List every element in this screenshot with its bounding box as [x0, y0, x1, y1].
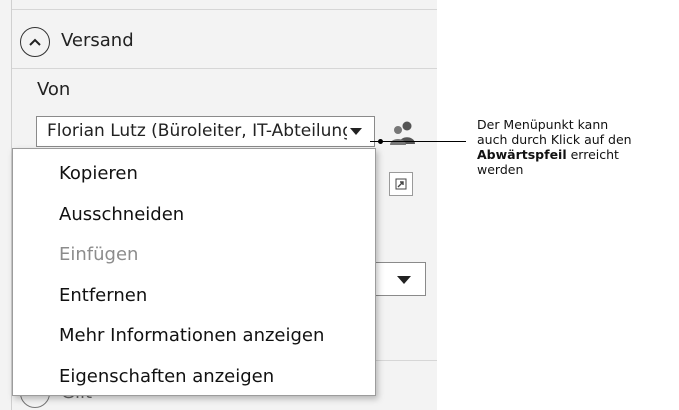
menu-item-properties[interactable]: Eigenschaften anzeigen — [59, 366, 274, 387]
menu-item-remove[interactable]: Entfernen — [59, 285, 147, 306]
callout-text: Der Menüpunkt kann auch durch Klick auf … — [477, 117, 677, 177]
menu-item-more-info[interactable]: Mehr Informationen anzeigen — [59, 325, 324, 346]
callout-line-1: Der Menüpunkt kann — [477, 117, 609, 132]
from-field[interactable]: Florian Lutz (Büroleiter, IT-Abteilung) — [36, 116, 375, 147]
callout-line — [370, 141, 466, 142]
callout-line-2: auch durch Klick auf den — [477, 132, 632, 147]
menu-item-paste: Einfügen — [59, 244, 139, 265]
context-menu: Kopieren Ausschneiden Einfügen Entfernen… — [12, 148, 376, 396]
divider — [12, 9, 437, 10]
people-icon[interactable] — [389, 120, 415, 146]
callout-bold: Abwärtspfeil — [477, 147, 567, 162]
callout-line-4: werden — [477, 162, 524, 177]
callout-line-3: Abwärtspfeil erreicht — [477, 147, 677, 162]
dropdown-arrow-icon[interactable] — [350, 128, 362, 135]
callout-dot — [378, 139, 383, 144]
menu-item-copy[interactable]: Kopieren — [59, 163, 138, 184]
menu-item-cut[interactable]: Ausschneiden — [59, 204, 184, 225]
chevron-up-icon — [29, 38, 41, 46]
section-toggle-button[interactable] — [20, 27, 50, 57]
expand-button[interactable] — [389, 172, 413, 196]
divider — [12, 68, 437, 69]
from-value: Florian Lutz (Büroleiter, IT-Abteilung) — [47, 121, 347, 141]
expand-icon — [395, 178, 407, 190]
from-label: Von — [37, 79, 71, 100]
section-title: Versand — [61, 30, 134, 51]
dropdown-arrow-icon — [397, 276, 411, 284]
callout-line-3-rest: erreicht — [566, 147, 619, 162]
